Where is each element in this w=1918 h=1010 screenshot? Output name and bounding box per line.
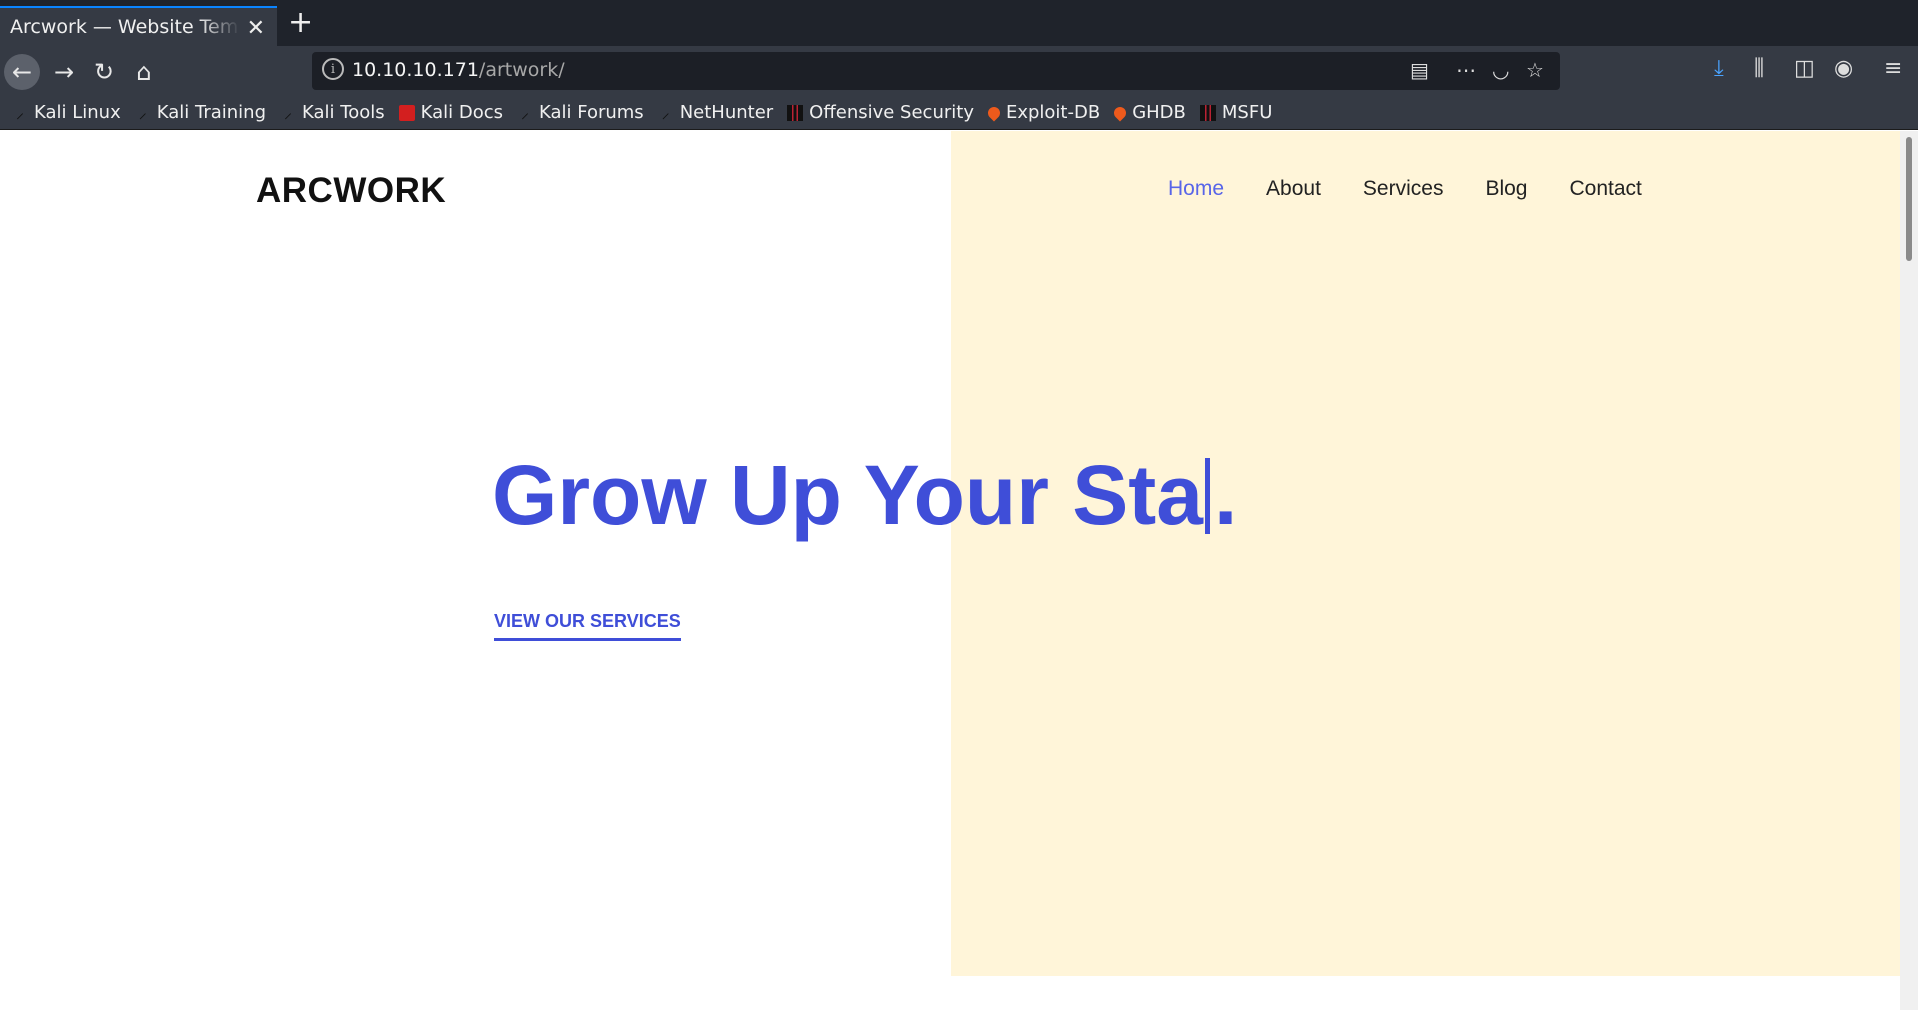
- hero-headline: Grow Up Your Sta.: [492, 447, 1237, 544]
- reload-icon[interactable]: ↻: [86, 54, 122, 90]
- bookmark-exploit-db[interactable]: Exploit-DB: [985, 102, 1100, 123]
- kali-icon: ⸝: [661, 102, 670, 122]
- nav-link-services[interactable]: Services: [1363, 177, 1444, 201]
- close-tab-icon[interactable]: ✕: [247, 16, 265, 41]
- back-arrow-icon[interactable]: ←: [4, 54, 40, 90]
- bookmarks-bar: ⸝ Kali Linux ⸝ Kali Training ⸝ Kali Tools K…: [0, 96, 1918, 130]
- bookmark-kali-linux[interactable]: ⸝ Kali Linux: [12, 102, 121, 123]
- bookmark-nethunter[interactable]: ⸝ NetHunter: [658, 102, 774, 123]
- home-icon[interactable]: ⌂: [126, 54, 162, 90]
- bookmark-kali-forums[interactable]: ⸝ Kali Forums: [517, 102, 644, 123]
- typing-cursor: [1204, 458, 1210, 534]
- kali-icon: ⸝: [520, 102, 529, 122]
- bookmark-kali-docs[interactable]: Kali Docs: [398, 102, 503, 123]
- more-actions-icon[interactable]: ⋯: [1456, 58, 1476, 82]
- hero-background-panel: [951, 131, 1900, 976]
- kali-icon: ⸝: [284, 102, 293, 122]
- account-icon[interactable]: ◉: [1834, 56, 1853, 81]
- web-page: ARCWORK Home About Services Blog Contact…: [0, 131, 1900, 1010]
- forward-arrow-icon[interactable]: →: [46, 54, 82, 90]
- bookmark-msfu[interactable]: MSFU: [1199, 102, 1272, 123]
- bookmark-kali-tools[interactable]: ⸝ Kali Tools: [280, 102, 385, 123]
- kali-icon: ⸝: [15, 102, 24, 122]
- view-services-button[interactable]: VIEW OUR SERVICES: [494, 611, 681, 641]
- offsec-icon: [787, 104, 804, 121]
- navigation-toolbar: ← → ↻ ⌂ i 10.10.10.171/artwork/ ▤ ⋯ ◡ ☆ …: [0, 46, 1918, 96]
- download-icon[interactable]: ⤓: [1714, 56, 1724, 81]
- library-icon[interactable]: ⫼: [1754, 56, 1764, 81]
- site-logo[interactable]: ARCWORK: [256, 171, 446, 211]
- url-bar[interactable]: i 10.10.10.171/artwork/ ▤ ⋯ ◡ ☆: [312, 52, 1560, 90]
- bookmark-kali-training[interactable]: ⸝ Kali Training: [135, 102, 266, 123]
- page-scrollbar[interactable]: [1900, 131, 1918, 1010]
- bookmark-ghdb[interactable]: GHDB: [1111, 102, 1186, 123]
- url-host: 10.10.10.171: [352, 59, 479, 81]
- exploitdb-icon: [1111, 104, 1129, 121]
- nav-link-contact[interactable]: Contact: [1569, 177, 1641, 201]
- pocket-icon[interactable]: ◡: [1492, 58, 1509, 82]
- site-navigation: Home About Services Blog Contact: [1168, 177, 1642, 201]
- info-icon[interactable]: i: [322, 58, 344, 80]
- nav-link-blog[interactable]: Blog: [1485, 177, 1527, 201]
- tab-title: Arcwork — Website Template: [10, 16, 240, 38]
- tab-bar: Arcwork — Website Template ✕ +: [0, 0, 1918, 46]
- bookmark-star-icon[interactable]: ☆: [1526, 58, 1544, 82]
- url-text[interactable]: 10.10.10.171/artwork/: [352, 59, 565, 81]
- sidebar-icon[interactable]: ◫: [1794, 56, 1815, 81]
- nav-link-about[interactable]: About: [1266, 177, 1321, 201]
- offsec-icon: [1199, 104, 1216, 121]
- headline-text: Grow Up Your Sta: [492, 448, 1203, 542]
- menu-icon[interactable]: ≡: [1884, 56, 1902, 81]
- kali-docs-icon: [398, 104, 415, 121]
- scrollbar-thumb[interactable]: [1906, 137, 1912, 261]
- tab-arcwork[interactable]: Arcwork — Website Template ✕: [0, 6, 277, 46]
- new-tab-button[interactable]: +: [288, 8, 313, 38]
- exploitdb-icon: [985, 104, 1003, 121]
- reader-view-icon[interactable]: ▤: [1410, 58, 1429, 82]
- url-path: /artwork/: [478, 59, 565, 81]
- headline-period: .: [1213, 448, 1238, 542]
- bookmark-offensive-security[interactable]: Offensive Security: [787, 102, 974, 123]
- kali-icon: ⸝: [138, 102, 147, 122]
- nav-link-home[interactable]: Home: [1168, 177, 1224, 201]
